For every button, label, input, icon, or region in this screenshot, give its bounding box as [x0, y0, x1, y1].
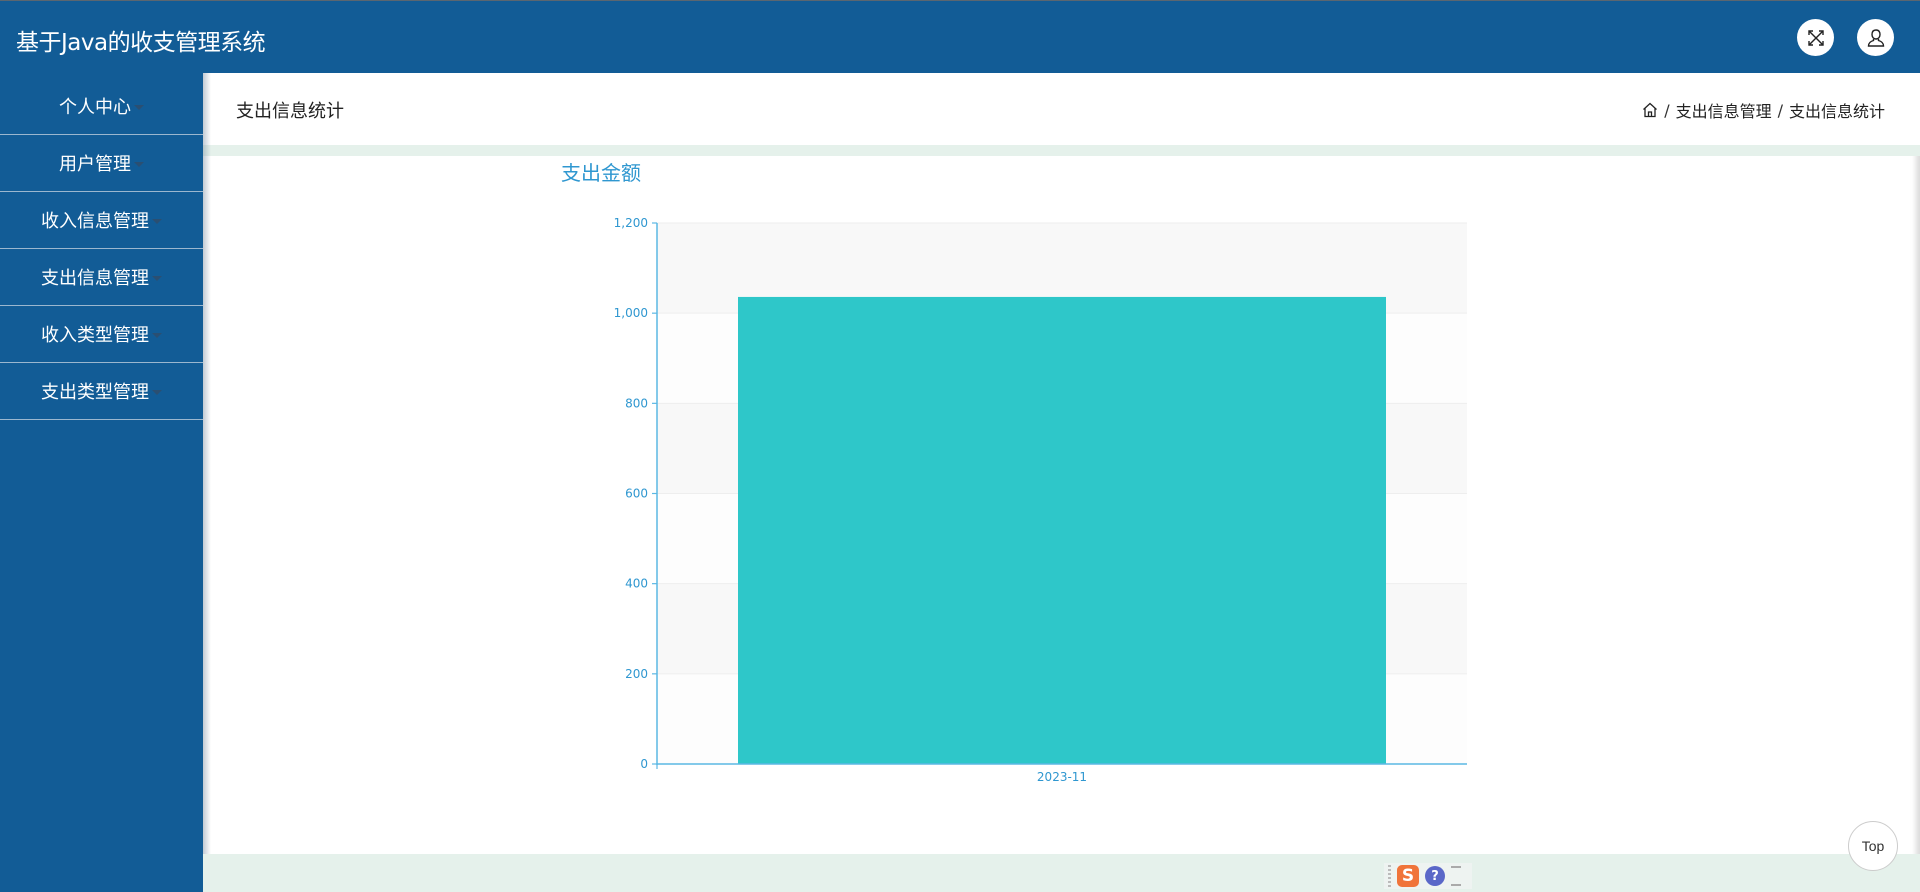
sidebar-item-label: 支出类型管理 [41, 382, 149, 403]
sidebar-item-income-info[interactable]: 收入信息管理 [0, 192, 203, 249]
sidebar-item-label: 个人中心 [59, 97, 131, 118]
sidebar-item-label: 支出信息管理 [41, 268, 149, 289]
app-header: 基于Java的收支管理系统 [0, 1, 1920, 73]
caret-down-icon [152, 218, 162, 224]
user-menu-button[interactable] [1857, 19, 1894, 56]
caret-down-icon [152, 275, 162, 281]
sidebar-item-expense-info[interactable]: 支出信息管理 [0, 249, 203, 306]
breadcrumb-item-expense-management[interactable]: 支出信息管理 [1676, 98, 1772, 122]
expand-arrows-icon [1807, 29, 1824, 46]
page-title: 支出信息统计 [236, 101, 344, 122]
y-tick-label: 0 [640, 757, 648, 771]
caret-down-icon [152, 389, 162, 395]
fullscreen-button[interactable] [1797, 19, 1834, 56]
x-tick-label: 2023-11 [1037, 770, 1087, 784]
sidebar-item-personal-center[interactable]: 个人中心 [0, 78, 203, 135]
caret-down-icon [134, 161, 144, 167]
header-divider-strip [203, 145, 1920, 156]
y-tick-label: 1,000 [614, 306, 648, 320]
bar [738, 296, 1386, 764]
breadcrumb: / 支出信息管理 / 支出信息统计 [1642, 98, 1885, 122]
y-tick-label: 200 [625, 667, 648, 681]
caret-down-icon [152, 332, 162, 338]
page-header: 支出信息统计 / 支出信息管理 / 支出信息统计 [203, 73, 1920, 145]
y-tick-label: 1,200 [614, 216, 648, 230]
breadcrumb-separator: / [1664, 100, 1670, 120]
sidebar-item-user-management[interactable]: 用户管理 [0, 135, 203, 192]
drag-handle-icon[interactable] [1388, 865, 1391, 887]
footer-band [203, 854, 1920, 892]
sidebar-item-label: 收入类型管理 [41, 325, 149, 346]
sidebar-item-income-type[interactable]: 收入类型管理 [0, 306, 203, 363]
y-tick-label: 600 [625, 487, 648, 501]
breadcrumb-item-expense-stats: 支出信息统计 [1788, 102, 1885, 121]
sidebar-item-expense-type[interactable]: 支出类型管理 [0, 363, 203, 420]
chart-title: 支出金额 [561, 161, 641, 185]
help-icon[interactable]: ? [1425, 866, 1445, 886]
ime-logo-icon[interactable]: S [1397, 865, 1419, 887]
y-tick-label: 400 [625, 577, 648, 591]
back-to-top-button[interactable]: Top [1848, 821, 1898, 871]
sidebar-item-label: 收入信息管理 [41, 211, 149, 232]
toolbar-expand-icon[interactable] [1451, 866, 1461, 886]
breadcrumb-separator: / [1777, 100, 1783, 120]
app-title: 基于Java的收支管理系统 [16, 30, 266, 56]
bar-chart: 0 200 400 600 800 1,000 1,200 2023-11 [614, 216, 1467, 784]
home-icon[interactable] [1642, 102, 1658, 118]
sidebar: 个人中心 用户管理 收入信息管理 支出信息管理 收入类型管理 支出类型管理 [0, 73, 203, 892]
y-tick-label: 800 [625, 396, 648, 410]
sidebar-item-label: 用户管理 [59, 154, 131, 175]
ime-toolbar: S ? [1384, 863, 1472, 889]
user-icon [1867, 28, 1884, 47]
caret-down-icon [134, 104, 144, 110]
